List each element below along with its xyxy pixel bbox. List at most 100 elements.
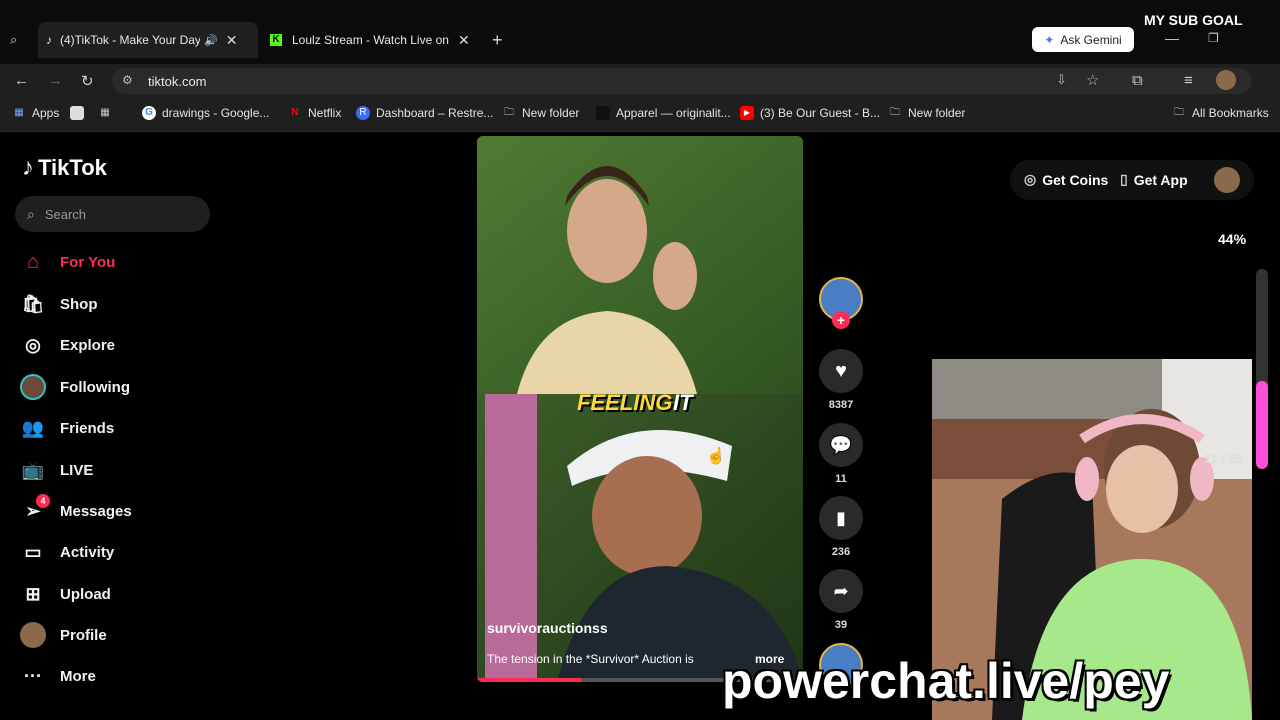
extensions-icon[interactable]: ⧉ xyxy=(1132,72,1143,89)
profile-icon xyxy=(20,622,46,648)
close-tab-icon[interactable]: ✕ xyxy=(226,32,238,49)
nav-shop[interactable]: 🛍 Shop xyxy=(20,289,98,319)
bookmark-label: Netflix xyxy=(308,106,342,120)
creator-avatar-button[interactable]: + xyxy=(819,277,863,329)
grid-icon: ▦ xyxy=(100,107,110,118)
nav-label: More xyxy=(60,667,96,685)
comment-count: 11 xyxy=(835,473,847,485)
messages-badge: 4 xyxy=(36,494,50,508)
tab-loulz[interactable]: K Loulz Stream - Watch Live on K ✕ xyxy=(270,28,478,52)
nav-profile[interactable]: Profile xyxy=(20,620,107,650)
user-avatar[interactable] xyxy=(1214,167,1240,193)
nav-label: Messages xyxy=(60,502,132,520)
tab-label: Loulz Stream - Watch Live on K xyxy=(292,33,450,47)
tiktok-logo[interactable]: ♪ TikTok xyxy=(22,154,107,182)
site-settings-icon[interactable]: ⚙ xyxy=(122,73,133,87)
nav-messages[interactable]: ➢ 4 Messages xyxy=(20,494,132,526)
netflix-icon: N xyxy=(291,107,299,118)
phone-icon: ▯ xyxy=(1120,171,1128,187)
minimize-icon[interactable]: — xyxy=(1165,30,1179,46)
bookmark-label: All Bookmarks xyxy=(1192,106,1269,120)
nav-friends[interactable]: 👥 Friends xyxy=(20,413,114,443)
page-icon xyxy=(70,106,84,120)
forward-icon[interactable]: → xyxy=(48,72,63,89)
bookmark-label: Apps xyxy=(32,106,60,120)
bookmark-blank[interactable] xyxy=(70,106,90,120)
nav-label: Activity xyxy=(60,543,115,561)
close-tab-icon[interactable]: ✕ xyxy=(458,32,470,49)
comment-button[interactable]: 💬 11 xyxy=(819,423,863,485)
bookmark-label: New folder xyxy=(908,106,966,120)
save-button[interactable]: ▮ 236 xyxy=(819,496,863,558)
upload-icon: ⊞ xyxy=(25,583,41,604)
live-icon: 📺 xyxy=(21,459,45,480)
bookmark-drawings[interactable]: Gdrawings - Google... xyxy=(142,106,269,120)
bookmark-icon: ▮ xyxy=(819,496,863,540)
bookmark-all[interactable]: 🗀 All Bookmarks xyxy=(1172,106,1280,120)
cursor-icon: ☝ xyxy=(706,448,726,465)
bookmark-star-icon[interactable]: ☆ xyxy=(1086,71,1099,89)
tiktok-favicon-icon: ♪ xyxy=(46,33,52,47)
bookmark-apps[interactable]: ▦ Apps xyxy=(12,106,59,120)
search-input[interactable]: ⌕ Search xyxy=(15,196,210,232)
tab-search-icon[interactable]: ⌕ xyxy=(10,32,17,48)
speaker-icon[interactable]: 🔊 xyxy=(204,34,218,47)
caption-overlay-2: IT xyxy=(673,390,693,415)
restore-icon[interactable]: ❐ xyxy=(1208,31,1219,45)
nav-more[interactable]: ··· More xyxy=(20,661,96,691)
bookmark-new-folder-2[interactable]: 🗀 New folder xyxy=(888,106,965,120)
google-icon: G xyxy=(142,106,156,120)
gemini-sparkle-icon: ✦ xyxy=(1044,32,1055,47)
video-author[interactable]: survivorauctionss xyxy=(487,620,608,636)
nav-following[interactable]: Following xyxy=(20,372,130,402)
stream-url-overlay: powerchat.live/pey xyxy=(722,653,1170,709)
install-icon[interactable]: ⇩ xyxy=(1056,72,1067,88)
like-button[interactable]: ♥ 8387 xyxy=(819,349,863,411)
kick-favicon-icon: K xyxy=(270,34,282,46)
nav-label: Upload xyxy=(60,585,111,603)
new-tab-button[interactable]: + xyxy=(492,30,503,51)
get-coins-label: Get Coins xyxy=(1042,171,1109,188)
profile-avatar[interactable] xyxy=(1216,70,1236,90)
goal-counter: 11 / 25 xyxy=(1204,451,1244,466)
folder-icon: 🗀 xyxy=(890,107,900,118)
bookmark-apparel[interactable]: Apparel — originalit... xyxy=(596,106,731,120)
nav-activity[interactable]: ▭ Activity xyxy=(20,537,114,567)
get-coins-button[interactable]: ◎ Get Coins xyxy=(1024,171,1108,188)
nav-explore[interactable]: ◎ Explore xyxy=(20,330,115,360)
search-icon: ⌕ xyxy=(27,205,35,222)
nav-label: For You xyxy=(60,253,116,271)
share-icon: ➦ xyxy=(819,569,863,613)
follow-plus-icon[interactable]: + xyxy=(832,311,850,329)
ask-gemini-button[interactable]: ✦ Ask Gemini xyxy=(1032,27,1134,52)
sub-goal-percent: 44% xyxy=(1218,231,1247,247)
bookmark-be-our-guest[interactable]: ▶ (3) Be Our Guest - B... xyxy=(740,106,880,120)
bookmark-grid[interactable]: ▦ xyxy=(98,106,118,120)
tiktok-note-icon: ♪ xyxy=(22,154,34,181)
shop-icon: 🛍 xyxy=(21,293,45,314)
nav-live[interactable]: 📺 LIVE xyxy=(20,455,94,485)
nav-label: Profile xyxy=(60,626,107,644)
bookmark-dashboard[interactable]: R Dashboard – Restre... xyxy=(356,106,493,120)
share-button[interactable]: ➦ 39 xyxy=(819,569,863,631)
share-count: 39 xyxy=(834,619,848,631)
bookmark-new-folder[interactable]: 🗀 New folder xyxy=(502,106,579,120)
bookmark-label: Dashboard – Restre... xyxy=(376,106,494,120)
logo-text: TikTok xyxy=(38,155,107,180)
bookmark-netflix[interactable]: N Netflix xyxy=(288,106,341,120)
address-bar[interactable]: ⚙ tiktok.com ⇩ ☆ xyxy=(112,68,1252,94)
tab-tiktok[interactable]: ♪ (4)TikTok - Make Your Day 🔊 ✕ xyxy=(38,22,258,58)
video-player[interactable]: FEELING IT survivorauctionss The tension… xyxy=(477,136,803,682)
bookmark-label: Apparel — originalit... xyxy=(616,106,731,120)
sub-goal-progress-fill xyxy=(1256,381,1268,469)
nav-upload[interactable]: ⊞ Upload xyxy=(20,579,111,609)
back-icon[interactable]: ← xyxy=(14,72,29,89)
reload-icon[interactable]: ↻ xyxy=(81,72,94,90)
bookmark-label: New folder xyxy=(522,106,580,120)
activity-icon: ▭ xyxy=(24,541,42,562)
media-control-icon[interactable]: ≡ xyxy=(1184,72,1193,89)
get-app-button[interactable]: ▯ Get App xyxy=(1120,171,1188,188)
nav-for-you[interactable]: ⌂ For You xyxy=(20,247,115,277)
friends-icon: 👥 xyxy=(21,417,45,438)
home-icon: ⌂ xyxy=(26,250,40,273)
